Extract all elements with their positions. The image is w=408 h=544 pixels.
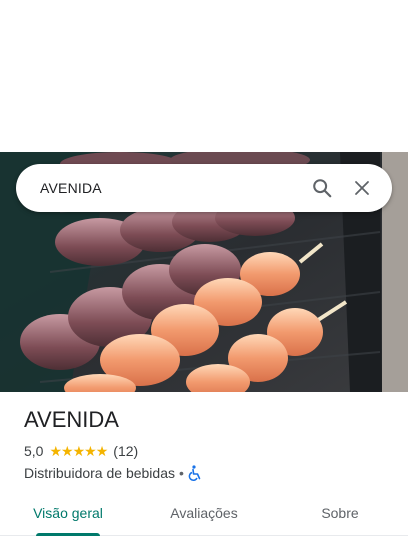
search-bar[interactable]: AVENIDA: [16, 164, 392, 212]
rating-row[interactable]: 5,0 ★ ★ ★ ★ ★ (12): [24, 441, 394, 461]
star-icon: ★: [72, 443, 86, 459]
place-tabs: Visão geral Avaliações Sobre: [0, 496, 408, 536]
tab-overview[interactable]: Visão geral: [0, 496, 136, 536]
place-info: AVENIDA 5,0 ★ ★ ★ ★ ★ (12) Distribuidora…: [24, 405, 394, 483]
category-row: Distribuidora de bebidas •: [24, 463, 394, 483]
search-button[interactable]: [302, 168, 342, 208]
tab-reviews[interactable]: Avaliações: [136, 496, 272, 535]
review-count[interactable]: (12): [113, 443, 138, 459]
wheelchair-icon[interactable]: [188, 465, 202, 481]
star-rating: ★ ★ ★ ★ ★: [49, 443, 109, 459]
star-icon: ★: [61, 443, 74, 459]
separator: •: [178, 465, 184, 481]
place-title: AVENIDA: [24, 407, 119, 432]
star-icon: ★: [84, 443, 97, 459]
search-icon: [313, 179, 332, 198]
rating-value: 5,0: [24, 443, 44, 459]
star-icon: ★: [95, 443, 109, 459]
close-button[interactable]: [342, 168, 382, 208]
top-blank-area: [0, 0, 408, 152]
search-input[interactable]: AVENIDA: [40, 180, 302, 196]
close-icon: [355, 181, 369, 195]
place-category: Distribuidora de bebidas: [24, 465, 175, 481]
tab-about[interactable]: Sobre: [272, 496, 408, 535]
star-icon: ★: [49, 443, 62, 459]
